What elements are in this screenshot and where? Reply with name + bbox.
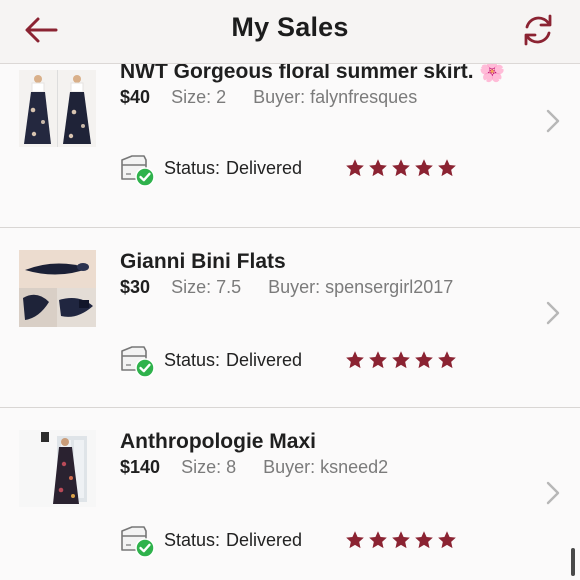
- floral-skirt-photo: [19, 70, 96, 147]
- star-icon: [392, 159, 410, 177]
- star-icon: [346, 531, 364, 549]
- star-icon: [438, 531, 456, 549]
- page-title: My Sales: [231, 12, 349, 42]
- sale-item[interactable]: NWT Gorgeous floral summer skirt. 🌸 $40 …: [0, 64, 580, 228]
- chevron-right-icon[interactable]: [544, 108, 562, 134]
- star-icon: [415, 531, 433, 549]
- star-icon: [369, 159, 387, 177]
- star-icon: [369, 351, 387, 369]
- listing-title: Anthropologie Maxi: [120, 430, 316, 453]
- sale-item[interactable]: Anthropologie Maxi $140 Size: 8 Buyer: k…: [0, 408, 580, 580]
- buyer-rating: [345, 530, 457, 552]
- star-icon: [346, 351, 364, 369]
- listing-meta: $40 Size: 2 Buyer: falynfresques: [120, 87, 417, 108]
- sales-list[interactable]: NWT Gorgeous floral summer skirt. 🌸 $40 …: [0, 64, 580, 580]
- listing-thumbnail: [19, 70, 96, 147]
- sale-item[interactable]: Gianni Bini Flats $30 Size: 7.5 Buyer: s…: [0, 228, 580, 408]
- buyer-name: Buyer: spensergirl2017: [268, 277, 454, 297]
- cherry-blossom-emoji: 🌸: [479, 64, 506, 83]
- scrollbar[interactable]: [571, 548, 575, 576]
- star-icon: [415, 351, 433, 369]
- refresh-icon[interactable]: [516, 10, 560, 50]
- listing-meta: $140 Size: 8 Buyer: ksneed2: [120, 457, 388, 478]
- listing-thumbnail: [19, 430, 96, 507]
- listing-meta: $30 Size: 7.5 Buyer: spensergirl2017: [120, 277, 453, 298]
- buyer-name: Buyer: ksneed2: [263, 457, 389, 477]
- buyer-name: Buyer: falynfresques: [253, 87, 418, 107]
- top-bar: My Sales: [0, 0, 580, 64]
- listing-size: Size: 8: [181, 457, 237, 477]
- maxi-dress-photo: [19, 430, 96, 507]
- star-icon: [415, 159, 433, 177]
- sale-price: $40: [120, 87, 151, 107]
- star-icon: [438, 351, 456, 369]
- delivery-status: Status: Delivered: [164, 530, 303, 550]
- star-icon: [438, 159, 456, 177]
- listing-thumbnail: [19, 250, 96, 327]
- chevron-right-icon[interactable]: [544, 480, 562, 506]
- delivery-status: Status: Delivered: [164, 350, 303, 370]
- star-icon: [346, 159, 364, 177]
- chevron-right-icon[interactable]: [544, 300, 562, 326]
- sale-price: $140: [120, 457, 161, 477]
- listing-title: Gianni Bini Flats: [120, 250, 286, 273]
- buyer-rating: [345, 158, 457, 180]
- delivered-package-icon: [121, 526, 155, 558]
- listing-size: Size: 7.5: [171, 277, 242, 297]
- listing-size: Size: 2: [171, 87, 227, 107]
- listing-title: NWT Gorgeous floral summer skirt. 🌸: [120, 64, 506, 84]
- flats-photo: [19, 250, 96, 327]
- sale-price: $30: [120, 277, 151, 297]
- star-icon: [392, 351, 410, 369]
- buyer-rating: [345, 350, 457, 372]
- star-icon: [392, 531, 410, 549]
- star-icon: [369, 531, 387, 549]
- delivery-status: Status: Delivered: [164, 158, 303, 178]
- delivered-package-icon: [121, 346, 155, 378]
- delivered-package-icon: [121, 155, 155, 187]
